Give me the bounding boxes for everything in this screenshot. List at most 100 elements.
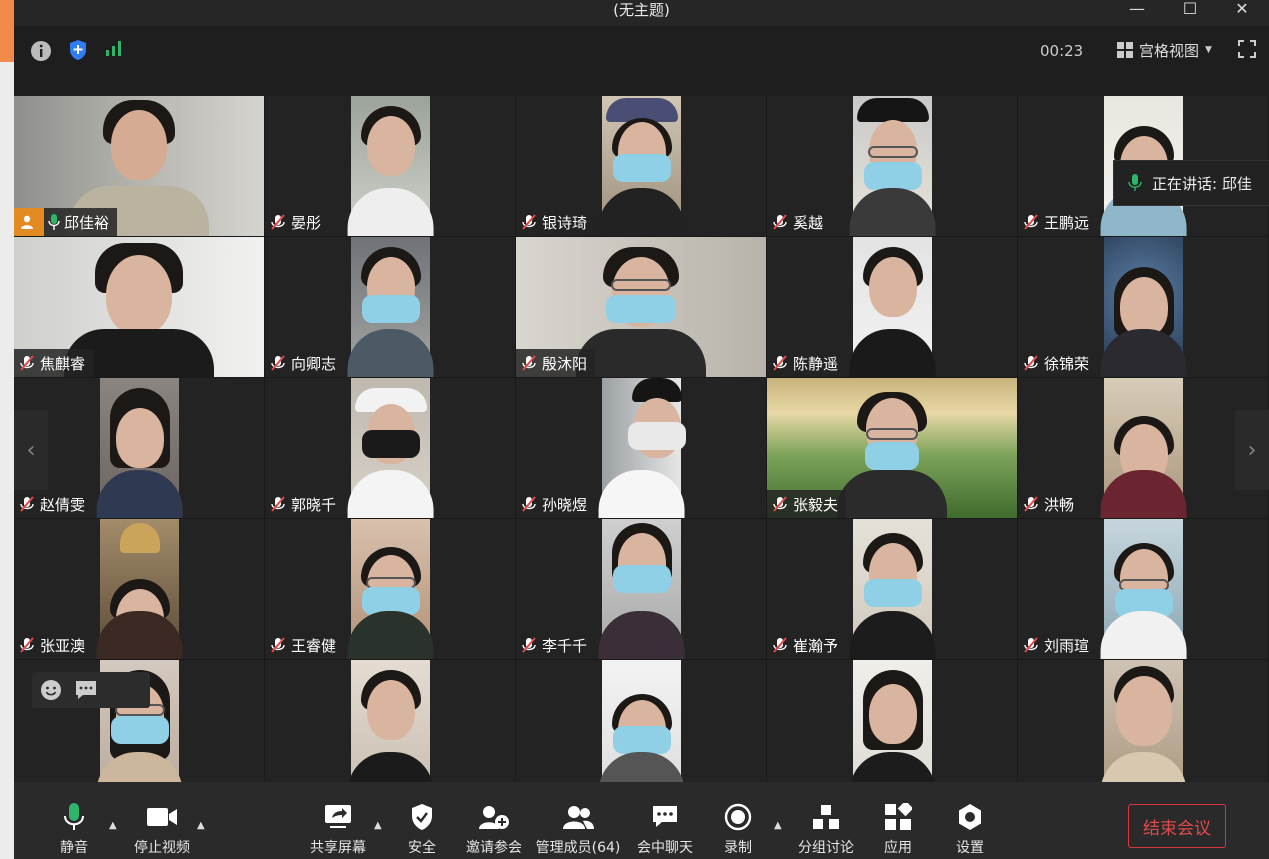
record-button[interactable]: 录制 [720,782,756,859]
breakout-rooms-button[interactable]: 分组讨论 [796,782,856,859]
video-tile[interactable]: 银诗琦 [516,96,766,236]
chat-bubble-icon[interactable] [74,679,98,701]
participant-video [598,660,685,782]
participant-name: 赵倩雯 [40,495,86,514]
video-tile[interactable]: 奚越 [767,96,1017,236]
minimize-button[interactable]: — [1117,0,1157,20]
participant-name: 银诗琦 [542,213,588,232]
participant-video [347,378,434,518]
video-tile[interactable]: 殷沐阳 [516,237,766,377]
participant-label: 李千千 [516,631,596,659]
participant-name: 向卿志 [291,354,337,373]
mic-muted-icon [271,637,285,653]
video-tile[interactable]: 张毅夫 [767,378,1017,518]
video-tile[interactable]: 焦麒睿 [14,237,264,377]
participant-video [849,519,936,659]
emoji-icon[interactable] [40,679,62,701]
mute-button[interactable]: 静音 [54,782,94,859]
participant-label: 刘雨瑄 [1018,631,1098,659]
video-tile[interactable] [516,660,766,782]
stop-video-button[interactable]: 停止视频 [132,782,192,859]
invite-label: 邀请参会 [466,840,522,856]
participant-label: 孙晓煜 [516,490,596,518]
record-options-caret[interactable]: ▲ [774,820,782,831]
participant-name: 奚越 [793,213,824,232]
audio-options-caret[interactable]: ▲ [109,820,117,831]
share-options-caret[interactable]: ▲ [374,820,382,831]
manage-participants-label: 管理成员(64) [535,840,621,856]
video-tile[interactable]: 晏彤 [265,96,515,236]
chat-button[interactable]: 会中聊天 [636,782,694,859]
stop-video-label: 停止视频 [134,840,190,856]
shield-icon[interactable] [68,39,88,61]
video-tile[interactable] [1018,660,1268,782]
participant-label: 王睿健 [265,631,345,659]
meeting-toolbar: 静音 ▲ 停止视频 ▲ 共享屏幕 ▲ 安全 邀请参会 管理成员(64) 会中聊天… [14,782,1269,859]
mic-muted-icon [20,637,34,653]
participant-video [849,660,936,782]
video-tile[interactable]: 崔瀚予 [767,519,1017,659]
participant-video [96,378,183,518]
mic-active-icon [48,214,60,230]
mic-muted-icon [1024,355,1038,371]
participant-label: 徐锦荣 [1018,349,1098,377]
apps-button[interactable]: 应用 [880,782,916,859]
meeting-timer: 00:23 [1040,42,1084,60]
invite-button[interactable]: 邀请参会 [464,782,524,859]
participant-video [1100,378,1187,518]
signal-icon[interactable] [104,38,124,58]
video-tile[interactable] [767,660,1017,782]
mic-muted-icon [1024,496,1038,512]
security-button[interactable]: 安全 [404,782,440,859]
grid-view-icon [1117,42,1133,58]
mute-label: 静音 [60,840,88,856]
record-label: 录制 [724,840,752,856]
video-tile[interactable]: 郭晓千 [265,378,515,518]
video-tile[interactable]: 向卿志 [265,237,515,377]
participant-label: 赵倩雯 [14,490,94,518]
maximize-button[interactable]: ☐ [1170,0,1210,20]
mic-muted-icon [20,355,34,371]
participant-video [598,378,687,518]
fullscreen-icon[interactable] [1238,40,1256,58]
share-screen-button[interactable]: 共享屏幕 [308,782,368,859]
left-edge-accent [0,0,14,62]
participant-video [598,519,685,659]
chat-icon [653,806,677,827]
video-tile[interactable]: 徐锦荣 [1018,237,1268,377]
settings-button[interactable]: 设置 [952,782,988,859]
mic-muted-icon [773,355,787,371]
manage-participants-button[interactable]: 管理成员(64) [535,782,621,859]
video-tile[interactable]: 王睿健 [265,519,515,659]
breakout-rooms-icon [813,805,839,829]
security-label: 安全 [408,840,436,856]
next-page-button[interactable]: › [1235,410,1269,490]
participant-name: 李千千 [542,636,588,655]
video-tile[interactable]: 刘雨瑄 [1018,519,1268,659]
view-mode-button[interactable]: 宫格视图 ▼ [1117,38,1212,62]
video-tile[interactable]: 李千千 [516,519,766,659]
prev-page-button[interactable]: ‹ [14,410,48,490]
video-tile[interactable] [265,660,515,782]
participant-name: 徐锦荣 [1044,354,1090,373]
participant-name: 殷沐阳 [542,354,588,373]
participant-label: 张毅夫 [767,490,847,518]
close-button[interactable]: ✕ [1222,0,1262,20]
participant-label: 郭晓千 [265,490,345,518]
settings-icon [959,804,981,830]
record-icon [724,803,752,831]
mic-muted-icon [1024,214,1038,230]
video-tile[interactable]: 孙晓煜 [516,378,766,518]
reaction-box [32,672,150,708]
video-tile[interactable]: 邱佳裕 [14,96,264,236]
video-tile[interactable]: 张亚澳 [14,519,264,659]
end-meeting-button[interactable]: 结束会议 [1128,804,1226,848]
participants-icon [563,806,594,829]
video-tile[interactable]: 陈静遥 [767,237,1017,377]
breakout-rooms-label: 分组讨论 [798,840,854,856]
video-options-caret[interactable]: ▲ [197,820,205,831]
info-icon[interactable] [30,40,52,62]
video-tile[interactable]: 洪畅 [1018,378,1268,518]
video-tile[interactable]: 赵倩雯 [14,378,264,518]
participant-video [1100,237,1187,377]
